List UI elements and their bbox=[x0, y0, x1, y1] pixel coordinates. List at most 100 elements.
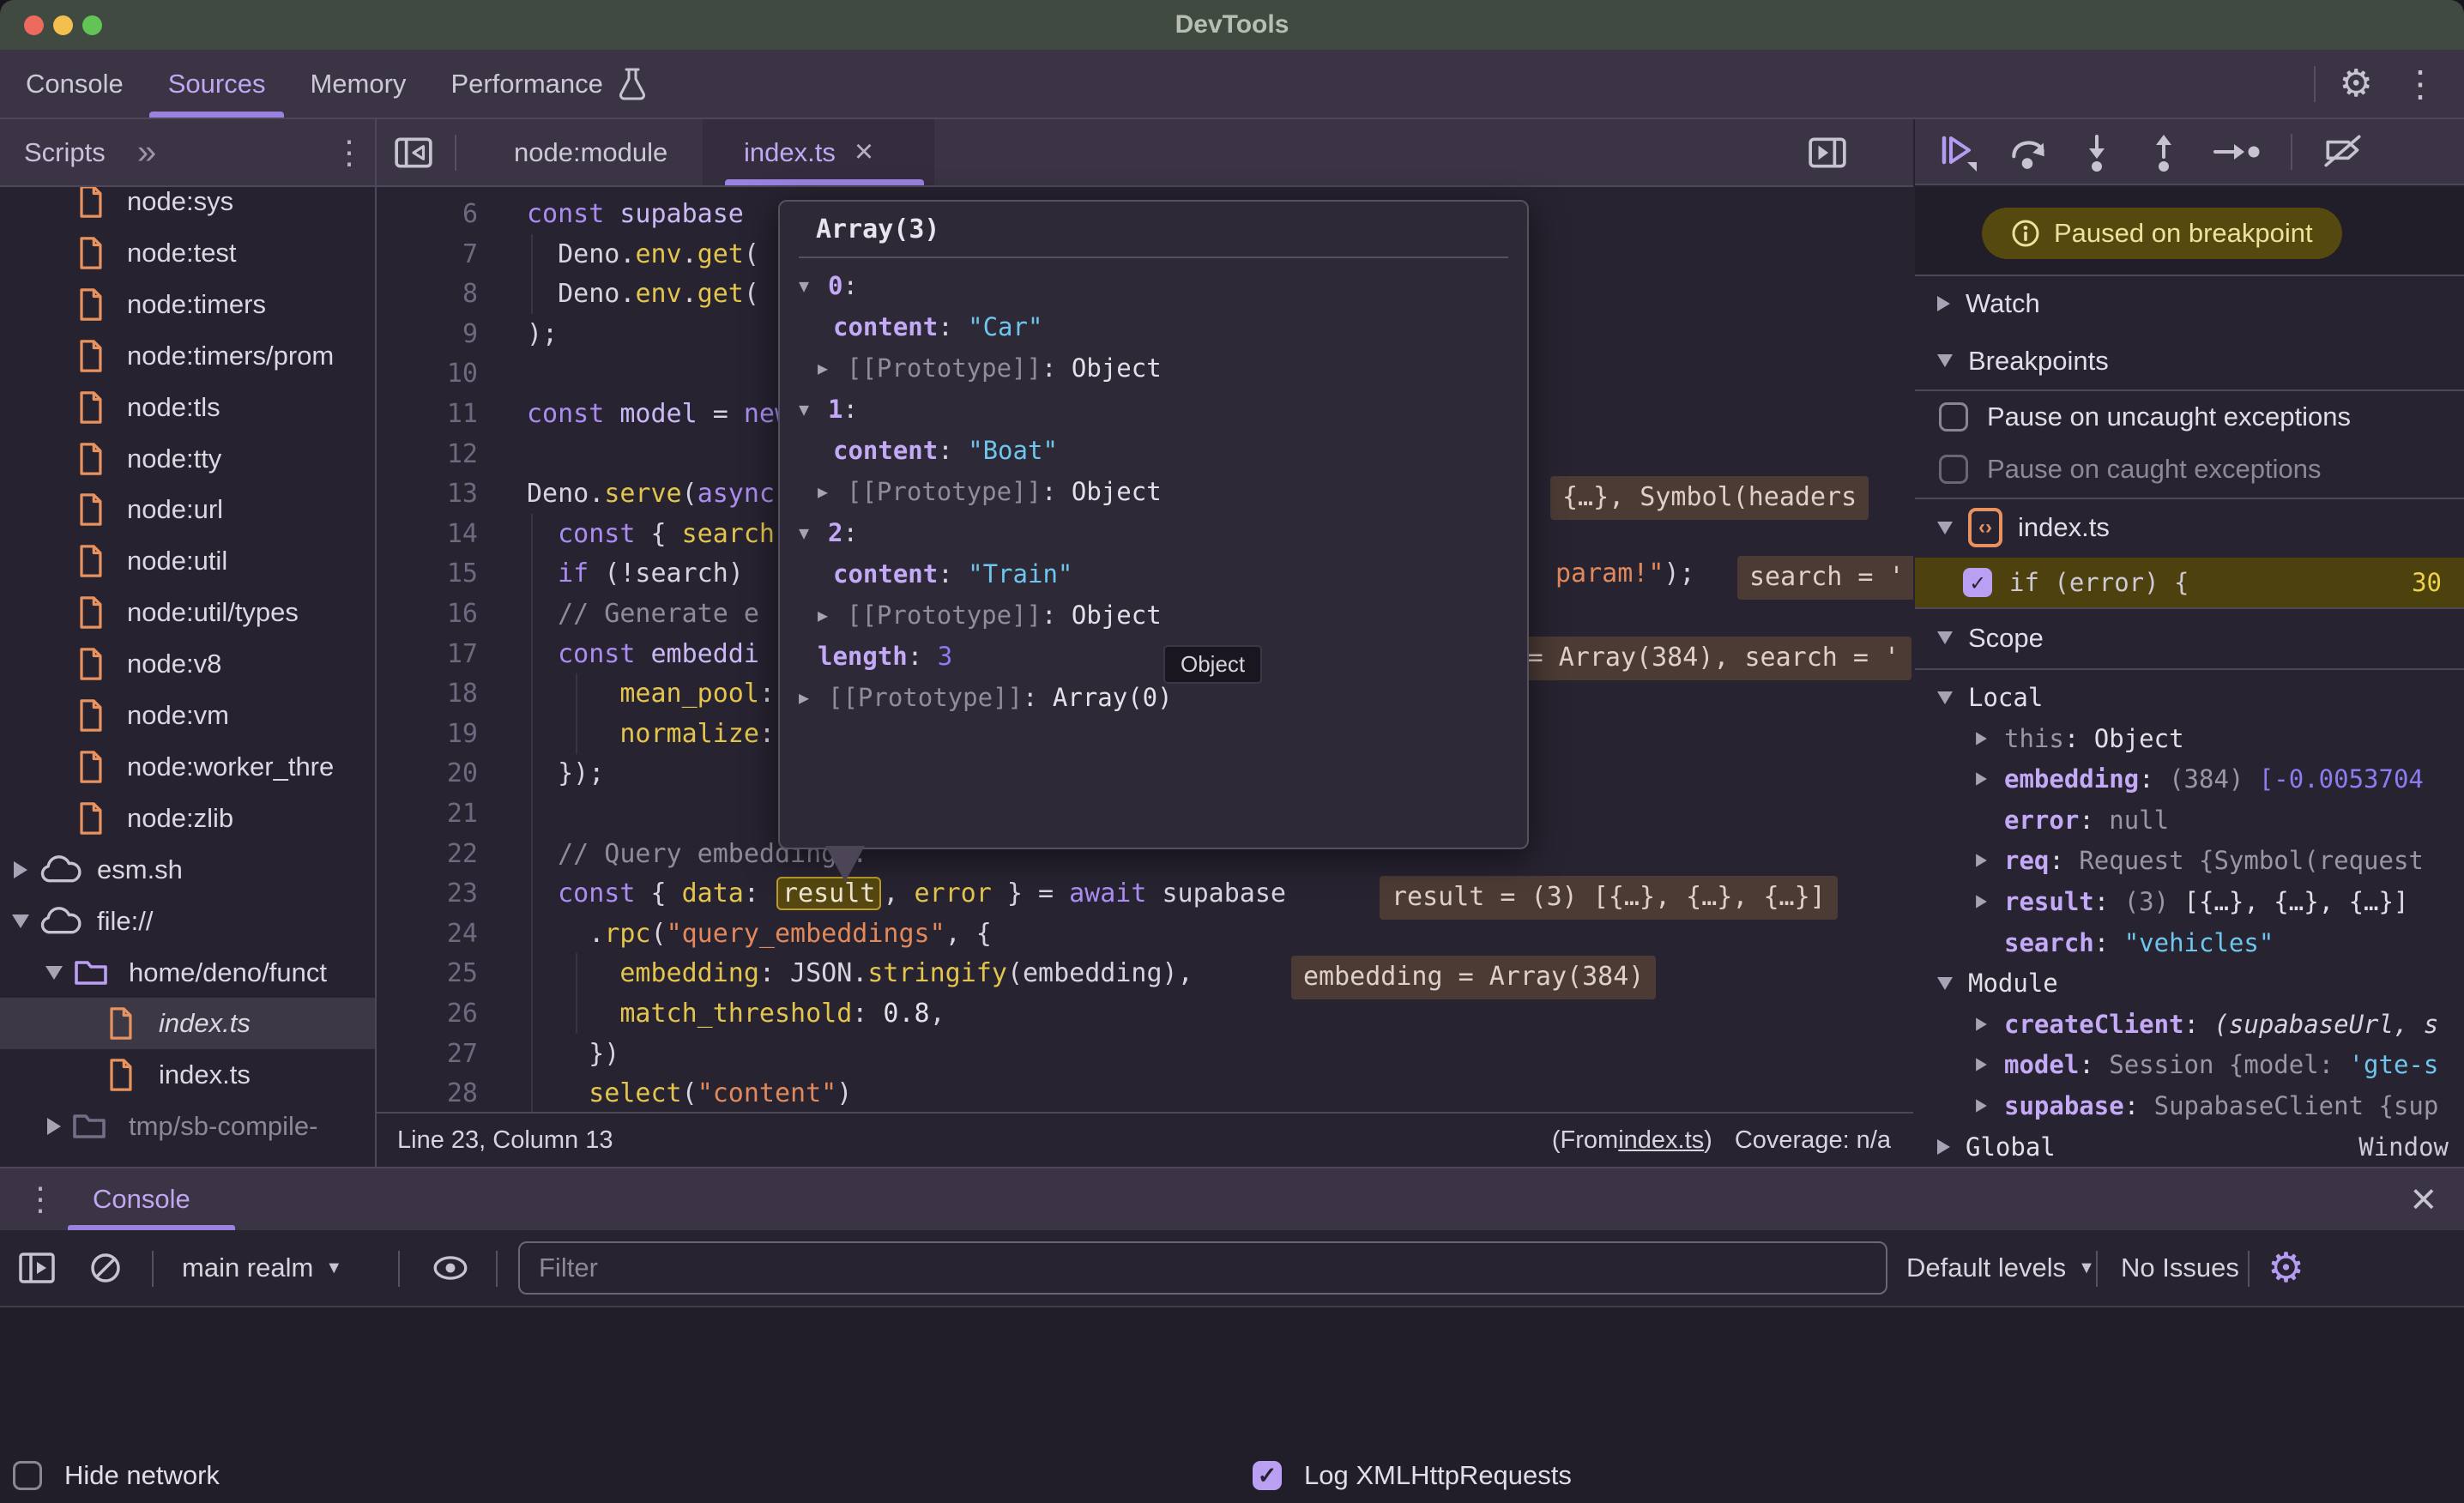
code-line-25[interactable]: 25 embedding: JSON.stringify(embedding),… bbox=[377, 953, 1913, 993]
line-number[interactable]: 8 bbox=[377, 274, 478, 314]
line-number[interactable]: 7 bbox=[377, 234, 478, 275]
code-line-24[interactable]: 24 .rpc("query_embeddings", { bbox=[377, 914, 1913, 954]
tree-item-tmp-sb-compile-[interactable]: tmp/sb-compile- bbox=[0, 1101, 375, 1152]
tab-performance[interactable]: Performance bbox=[450, 50, 649, 118]
editor-tab-index-ts[interactable]: index.ts × bbox=[703, 119, 896, 185]
collapsed-triangle-icon[interactable] bbox=[47, 1118, 61, 1135]
popup-property-row[interactable]: ▼2: bbox=[780, 512, 1527, 553]
popup-property-row[interactable]: length: 3 bbox=[780, 636, 1527, 677]
line-number[interactable]: 10 bbox=[377, 353, 478, 394]
step-out-icon[interactable] bbox=[2145, 131, 2183, 172]
toggle-left-panel-icon[interactable] bbox=[392, 133, 435, 172]
more-tabs-chevron-icon[interactable]: » bbox=[137, 133, 156, 172]
checkbox[interactable] bbox=[1939, 402, 1968, 432]
tab-sources[interactable]: Sources bbox=[168, 50, 266, 118]
tab-console[interactable]: Console bbox=[26, 50, 124, 118]
tree-item-node-vm[interactable]: node:vm bbox=[0, 690, 375, 741]
expanded-triangle-icon[interactable]: ▼ bbox=[799, 399, 828, 420]
scope-variable-search[interactable]: search: "vehicles" bbox=[1915, 922, 2464, 963]
checkbox[interactable] bbox=[1253, 1461, 1282, 1490]
tree-item-node-timers-prom[interactable]: node:timers/prom bbox=[0, 330, 375, 382]
code-line-27[interactable]: 27 }) bbox=[377, 1034, 1913, 1074]
line-number[interactable]: 11 bbox=[377, 394, 478, 434]
collapsed-triangle-icon[interactable]: ▶ bbox=[818, 481, 847, 502]
line-number[interactable]: 17 bbox=[377, 634, 478, 674]
tree-item-node-worker-thre[interactable]: node:worker_thre bbox=[0, 741, 375, 793]
scope-group-local[interactable]: Local bbox=[1915, 677, 2464, 718]
line-number[interactable]: 23 bbox=[377, 873, 478, 914]
collapsed-triangle-icon[interactable]: ▶ bbox=[799, 687, 828, 708]
collapsed-triangle-icon[interactable] bbox=[1937, 1139, 1950, 1155]
scripts-panel-title[interactable]: Scripts bbox=[24, 137, 106, 168]
popup-property-row[interactable]: ▶[[Prototype]]: Object bbox=[780, 471, 1527, 512]
pause-option-0[interactable]: Pause on uncaught exceptions bbox=[1915, 389, 2464, 444]
close-drawer-icon[interactable]: × bbox=[2411, 1174, 2437, 1225]
tab-memory[interactable]: Memory bbox=[310, 50, 406, 118]
scope-variable-req[interactable]: req: Request {Symbol(request bbox=[1915, 840, 2464, 881]
line-number[interactable]: 26 bbox=[377, 993, 478, 1034]
collapsed-triangle-icon[interactable]: ▶ bbox=[818, 605, 847, 625]
resume-button-icon[interactable] bbox=[1936, 130, 1978, 173]
expanded-triangle-icon[interactable]: ▼ bbox=[799, 522, 828, 543]
scope-group-global[interactable]: GlobalWindow bbox=[1915, 1126, 2464, 1167]
popup-property-row[interactable]: content: "Car" bbox=[780, 306, 1527, 347]
line-number[interactable]: 28 bbox=[377, 1073, 478, 1114]
collapsed-triangle-icon[interactable] bbox=[14, 861, 27, 878]
filter-input[interactable] bbox=[518, 1241, 1887, 1295]
live-expression-eye-icon[interactable] bbox=[429, 1230, 472, 1306]
more-options-kebab-icon[interactable]: ⋮ bbox=[2402, 63, 2438, 105]
breakpoint-file-group[interactable]: ‹› index.ts bbox=[1915, 498, 2464, 558]
line-number[interactable]: 12 bbox=[377, 434, 478, 474]
collapsed-triangle-icon[interactable] bbox=[1976, 854, 1987, 867]
line-number[interactable]: 24 bbox=[377, 914, 478, 954]
close-tab-icon[interactable]: × bbox=[855, 134, 873, 171]
line-number[interactable]: 18 bbox=[377, 673, 478, 714]
step-into-icon[interactable] bbox=[2078, 131, 2116, 172]
line-number[interactable]: 25 bbox=[377, 953, 478, 993]
log-levels-selector[interactable]: Default levels ▼ bbox=[1906, 1230, 2095, 1306]
expanded-triangle-icon[interactable] bbox=[12, 914, 29, 928]
tree-item-index.ts[interactable]: index.ts bbox=[0, 1049, 375, 1101]
console-tab[interactable]: Console bbox=[93, 1168, 190, 1230]
scope-variable-this[interactable]: this: Object bbox=[1915, 718, 2464, 759]
scope-variable-error[interactable]: error: null bbox=[1915, 800, 2464, 841]
tree-item-node-util-types[interactable]: node:util/types bbox=[0, 587, 375, 638]
breakpoints-section-header[interactable]: Breakpoints bbox=[1915, 332, 2464, 389]
tree-item-node-zlib[interactable]: node:zlib bbox=[0, 793, 375, 844]
expanded-triangle-icon[interactable] bbox=[45, 966, 63, 980]
collapsed-triangle-icon[interactable] bbox=[1976, 1099, 1987, 1112]
expanded-triangle-icon[interactable] bbox=[1937, 691, 1953, 704]
popup-property-row[interactable]: content: "Train" bbox=[780, 553, 1527, 595]
line-number[interactable]: 27 bbox=[377, 1034, 478, 1074]
pause-option-1[interactable]: Pause on caught exceptions bbox=[1915, 442, 2464, 496]
deactivate-breakpoints-icon[interactable] bbox=[2322, 131, 2366, 172]
tree-item-node-v8[interactable]: node:v8 bbox=[0, 638, 375, 690]
scope-variable-result[interactable]: result: (3) [{…}, {…}, {…}] bbox=[1915, 881, 2464, 922]
console-setting-hide-network[interactable]: Hide network bbox=[13, 1460, 220, 1491]
popup-property-row[interactable]: ▶[[Prototype]]: Array(0) bbox=[780, 677, 1527, 718]
tree-item-node-tls[interactable]: node:tls bbox=[0, 382, 375, 433]
watch-section-header[interactable]: Watch bbox=[1915, 275, 2464, 332]
scope-variable-supabase[interactable]: supabase: SupabaseClient {sup bbox=[1915, 1085, 2464, 1126]
code-line-26[interactable]: 26 match_threshold: 0.8, bbox=[377, 993, 1913, 1034]
step-over-icon[interactable] bbox=[2008, 131, 2049, 172]
expanded-triangle-icon[interactable] bbox=[1937, 977, 1953, 990]
step-icon[interactable] bbox=[2212, 131, 2262, 172]
scripts-panel-kebab-icon[interactable]: ⋮ bbox=[333, 133, 365, 172]
breakpoint-checkbox[interactable] bbox=[1963, 568, 1992, 597]
collapsed-triangle-icon[interactable] bbox=[1976, 1017, 1987, 1030]
checkbox[interactable] bbox=[1939, 455, 1968, 484]
line-number[interactable]: 21 bbox=[377, 794, 478, 834]
collapsed-triangle-icon[interactable] bbox=[1976, 732, 1987, 745]
expanded-triangle-icon[interactable]: ▼ bbox=[799, 275, 828, 296]
line-number[interactable]: 22 bbox=[377, 834, 478, 874]
editor-tab-node-module[interactable]: node:module bbox=[474, 119, 707, 185]
breakpoint-entry[interactable]: if (error) { 30 bbox=[1915, 558, 2464, 607]
context-selector[interactable]: main realm ▼ bbox=[182, 1230, 342, 1306]
checkbox[interactable] bbox=[13, 1461, 42, 1490]
console-sidebar-toggle-icon[interactable] bbox=[17, 1230, 57, 1306]
tree-item-node-sys[interactable]: node:sys bbox=[0, 187, 375, 227]
tree-item-index.ts[interactable]: index.ts bbox=[0, 998, 375, 1049]
console-setting-log-xmlhttprequests[interactable]: Log XMLHttpRequests bbox=[1253, 1460, 1572, 1491]
tree-item-node-timers[interactable]: node:timers bbox=[0, 279, 375, 330]
